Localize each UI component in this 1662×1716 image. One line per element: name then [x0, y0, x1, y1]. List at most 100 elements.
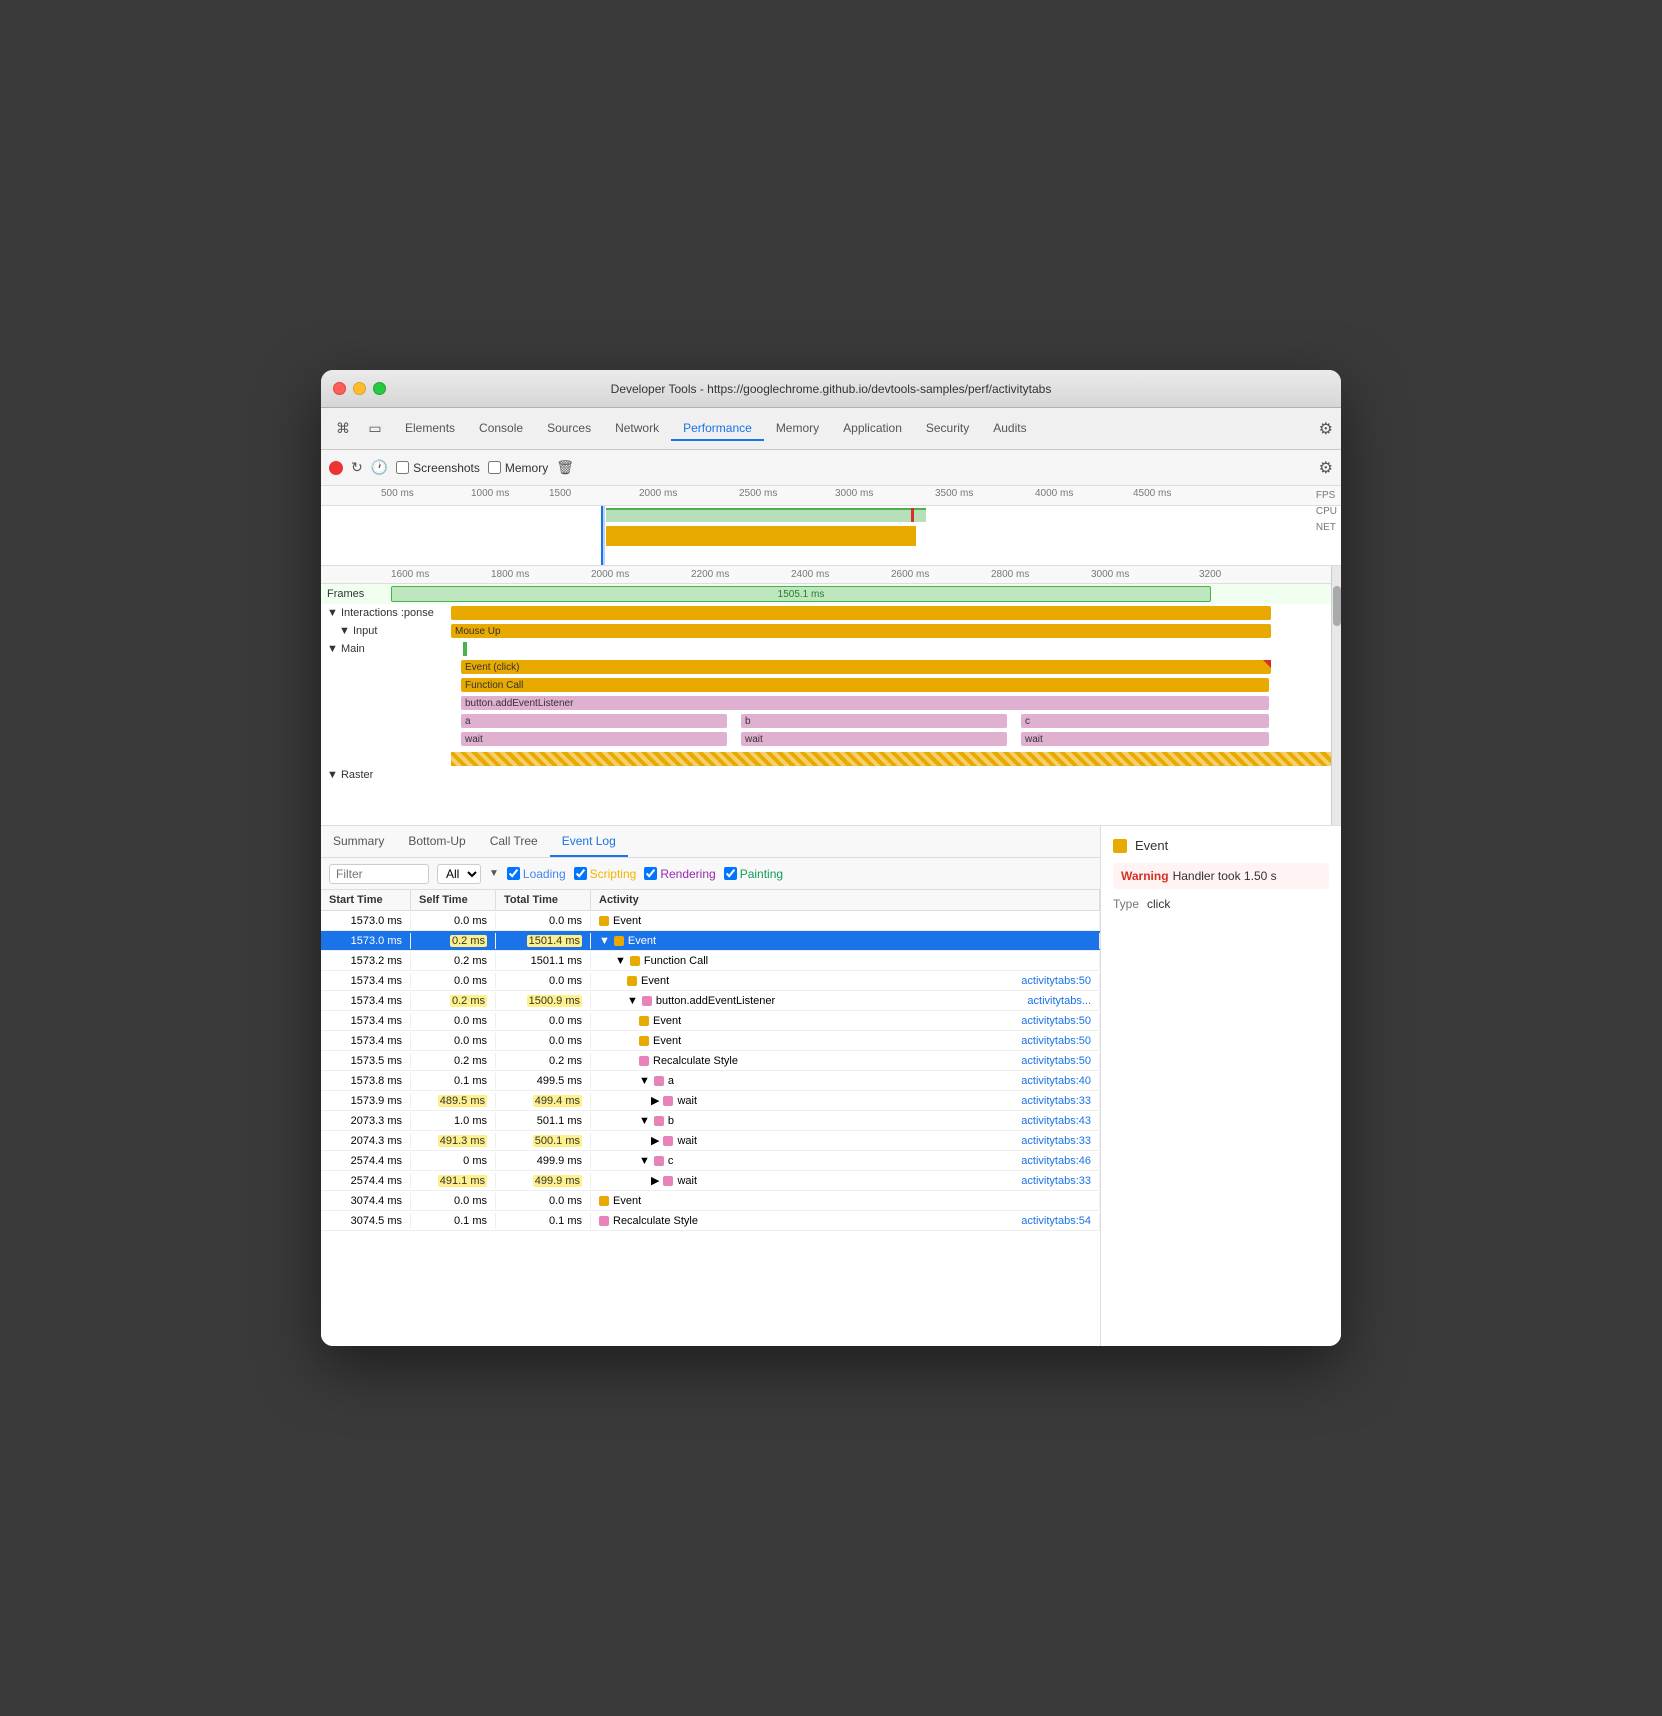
memory-checkbox[interactable] [488, 461, 501, 474]
activity-link[interactable]: activitytabs:40 [1021, 1075, 1091, 1087]
cell-activity: Event activitytabs:50 [591, 1013, 1100, 1029]
activity-label: b [668, 1115, 674, 1127]
flame-chart-area[interactable]: 1600 ms 1800 ms 2000 ms 2200 ms 2400 ms … [321, 566, 1341, 826]
screenshots-label: Screenshots [413, 461, 480, 475]
table-row[interactable]: 1573.8 ms 0.1 ms 499.5 ms ▼ a activityta… [321, 1071, 1100, 1091]
activity-link[interactable]: activitytabs:50 [1021, 1015, 1091, 1027]
cell-self: 0.2 ms [411, 933, 496, 949]
scrollbar-thumb[interactable] [1333, 586, 1341, 626]
rendering-checkbox[interactable] [644, 867, 657, 880]
activity-link[interactable]: activitytabs:50 [1021, 1055, 1091, 1067]
cell-total: 499.5 ms [496, 1073, 591, 1089]
table-row[interactable]: 1573.5 ms 0.2 ms 0.2 ms Recalculate Styl… [321, 1051, 1100, 1071]
filter-input[interactable] [329, 864, 429, 884]
function-call-row[interactable]: Function Call [321, 676, 1341, 694]
long-task-flag [1263, 660, 1271, 668]
activity-link[interactable]: activitytabs:46 [1021, 1155, 1091, 1167]
tab-audits[interactable]: Audits [981, 417, 1038, 441]
filter-all-select[interactable]: All [437, 864, 481, 884]
rec-settings-icon[interactable]: ⚙ [1319, 458, 1333, 478]
table-row[interactable]: 1573.2 ms 0.2 ms 1501.1 ms ▼ Function Ca… [321, 951, 1100, 971]
tab-elements[interactable]: Elements [393, 417, 467, 441]
tab-security[interactable]: Security [914, 417, 981, 441]
wait-row[interactable]: wait wait wait [321, 730, 1341, 748]
tab-summary[interactable]: Summary [321, 826, 396, 857]
loading-filter[interactable]: Loading [507, 867, 566, 881]
timeline-overview[interactable]: 500 ms 1000 ms 1500 2000 ms 2500 ms 3000… [321, 486, 1341, 566]
activity-label: c [668, 1155, 674, 1167]
table-row-selected[interactable]: 1573.0 ms 0.2 ms 1501.4 ms ▼ Event [321, 931, 1100, 951]
table-row[interactable]: 1573.4 ms 0.0 ms 0.0 ms Event activityta… [321, 971, 1100, 991]
warning-label: Warning [1121, 869, 1169, 883]
screenshots-checkbox[interactable] [396, 461, 409, 474]
cell-start: 2574.4 ms [321, 1173, 411, 1189]
activity-link[interactable]: activitytabs:33 [1021, 1175, 1091, 1187]
settings-icon[interactable]: ⚙ [1319, 419, 1333, 439]
close-button[interactable] [333, 382, 346, 395]
trash-icon[interactable]: 🗑 [556, 459, 574, 476]
cell-start: 1573.0 ms [321, 933, 411, 949]
tab-event-log[interactable]: Event Log [550, 826, 628, 857]
table-row[interactable]: 2074.3 ms 491.3 ms 500.1 ms ▶ wait activ… [321, 1131, 1100, 1151]
activity-link[interactable]: activitytabs:43 [1021, 1115, 1091, 1127]
warning-text: Handler took 1.50 s [1173, 869, 1277, 883]
event-click-row[interactable]: Event (click) [321, 658, 1341, 676]
activity-link[interactable]: activitytabs:54 [1021, 1215, 1091, 1227]
tab-performance[interactable]: Performance [671, 417, 764, 441]
cell-total: 499.9 ms [496, 1153, 591, 1169]
cursor-icon[interactable]: ⌘ [329, 415, 357, 443]
scripting-filter[interactable]: Scripting [574, 867, 637, 881]
abc-row[interactable]: a b c [321, 712, 1341, 730]
type-value: click [1147, 897, 1170, 911]
data-table[interactable]: Start Time Self Time Total Time Activity… [321, 890, 1100, 1346]
mini-chart-area[interactable] [321, 506, 1341, 566]
activity-label: a [668, 1075, 674, 1087]
table-row[interactable]: 3074.4 ms 0.0 ms 0.0 ms Event [321, 1191, 1100, 1211]
tab-bar: Elements Console Sources Network Perform… [393, 417, 1039, 441]
ruler-1500ms: 1500 [549, 488, 571, 499]
rendering-filter[interactable]: Rendering [644, 867, 715, 881]
minimize-button[interactable] [353, 382, 366, 395]
activity-link[interactable]: activitytabs:50 [1021, 1035, 1091, 1047]
table-header: Start Time Self Time Total Time Activity [321, 890, 1100, 911]
type-label: Type [1113, 897, 1139, 911]
table-row[interactable]: 1573.0 ms 0.0 ms 0.0 ms Event [321, 911, 1100, 931]
vertical-scrollbar[interactable] [1331, 566, 1341, 825]
table-row[interactable]: 1573.9 ms 489.5 ms 499.4 ms ▶ wait activ… [321, 1091, 1100, 1111]
tab-call-tree[interactable]: Call Tree [478, 826, 550, 857]
activity-link[interactable]: activitytabs:50 [1021, 975, 1091, 987]
table-row[interactable]: 1573.4 ms 0.2 ms 1500.9 ms ▼ button.addE… [321, 991, 1100, 1011]
tab-bottom-up[interactable]: Bottom-Up [396, 826, 477, 857]
cell-start: 1573.4 ms [321, 973, 411, 989]
table-row[interactable]: 3074.5 ms 0.1 ms 0.1 ms Recalculate Styl… [321, 1211, 1100, 1231]
cell-self: 489.5 ms [411, 1093, 496, 1109]
table-row[interactable]: 2574.4 ms 491.1 ms 499.9 ms ▶ wait activ… [321, 1171, 1100, 1191]
button-addeventlistener-row[interactable]: button.addEventListener [321, 694, 1341, 712]
tab-console[interactable]: Console [467, 417, 535, 441]
tab-memory[interactable]: Memory [764, 417, 831, 441]
painting-checkbox[interactable] [724, 867, 737, 880]
input-label: ▼ Input [321, 625, 451, 637]
tab-network[interactable]: Network [603, 417, 671, 441]
table-row[interactable]: 1573.4 ms 0.0 ms 0.0 ms Event activityta… [321, 1011, 1100, 1031]
activity-label: Event [641, 975, 669, 987]
scripting-checkbox[interactable] [574, 867, 587, 880]
table-row[interactable]: 2574.4 ms 0 ms 499.9 ms ▼ c activitytabs… [321, 1151, 1100, 1171]
activity-link[interactable]: activitytabs... [1027, 995, 1091, 1007]
loading-checkbox[interactable] [507, 867, 520, 880]
tab-sources[interactable]: Sources [535, 417, 603, 441]
painting-filter[interactable]: Painting [724, 867, 783, 881]
yellow-strip [451, 752, 1341, 766]
record-button[interactable] [329, 461, 343, 475]
table-row[interactable]: 1573.4 ms 0.0 ms 0.0 ms Event activityta… [321, 1031, 1100, 1051]
activity-link[interactable]: activitytabs:33 [1021, 1135, 1091, 1147]
activity-link[interactable]: activitytabs:33 [1021, 1095, 1091, 1107]
table-row[interactable]: 2073.3 ms 1.0 ms 501.1 ms ▼ b activityta… [321, 1111, 1100, 1131]
refresh-button[interactable]: ↻ [351, 459, 363, 476]
maximize-button[interactable] [373, 382, 386, 395]
tab-application[interactable]: Application [831, 417, 914, 441]
device-icon[interactable]: ▭ [361, 415, 389, 443]
cell-activity: ▼ Event [591, 933, 1100, 949]
clear-button[interactable]: 🕐 [371, 459, 388, 476]
cell-start: 1573.4 ms [321, 1013, 411, 1029]
